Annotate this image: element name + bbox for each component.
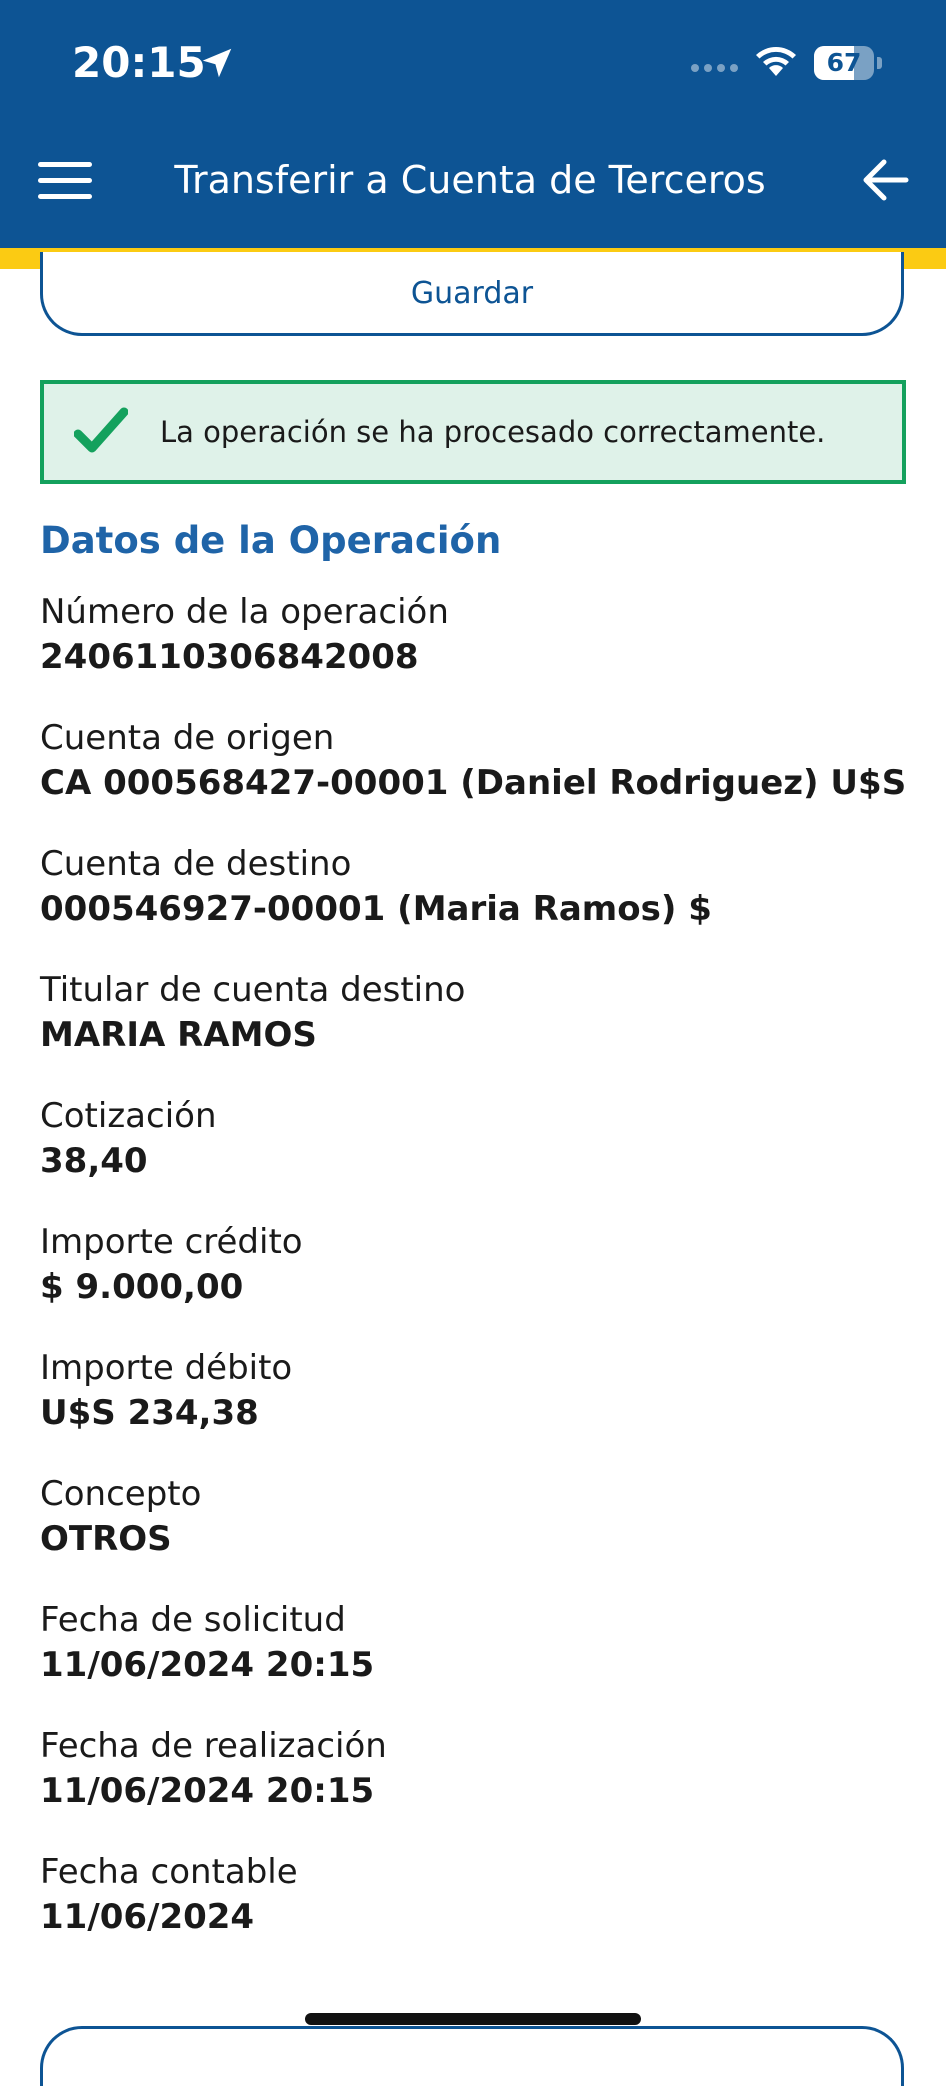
field-label: Cuenta de origen <box>40 718 335 758</box>
field-label: Importe débito <box>40 1348 293 1388</box>
field-debit-amount: Importe débito U$S 234,38 <box>40 1346 920 1472</box>
field-value: OTROS <box>40 1519 172 1559</box>
field-value: 000546927-00001 (Maria Ramos) $ <box>40 889 712 929</box>
field-label: Fecha de realización <box>40 1726 387 1766</box>
section-title: Datos de la Operación <box>40 519 502 562</box>
battery-level-text: 67 <box>826 48 862 77</box>
field-label: Cuenta de destino <box>40 844 352 884</box>
field-label: Fecha de solicitud <box>40 1600 346 1640</box>
field-concept: Concepto OTROS <box>40 1472 920 1598</box>
field-exchange-rate: Cotización 38,40 <box>40 1094 920 1220</box>
checkmark-icon <box>74 407 128 453</box>
success-alert: La operación se ha procesado correctamen… <box>40 380 906 484</box>
field-value: CA 000568427-00001 (Daniel Rodriguez) U$… <box>40 763 907 803</box>
cellular-signal-icon <box>691 64 738 72</box>
field-credit-amount: Importe crédito $ 9.000,00 <box>40 1220 920 1346</box>
status-bar-time: 20:15 <box>72 38 206 87</box>
field-label: Importe crédito <box>40 1222 303 1262</box>
field-value: 11/06/2024 20:15 <box>40 1645 375 1685</box>
field-value: U$S 234,38 <box>40 1393 259 1433</box>
field-execution-date: Fecha de realización 11/06/2024 20:15 <box>40 1724 920 1850</box>
field-value: $ 9.000,00 <box>40 1267 244 1307</box>
page-title: Transferir a Cuenta de Terceros <box>174 158 766 202</box>
field-label: Número de la operación <box>40 592 449 632</box>
field-label: Cotización <box>40 1096 217 1136</box>
field-value: 2406110306842008 <box>40 637 419 677</box>
success-message: La operación se ha procesado correctamen… <box>160 415 826 449</box>
battery-icon: 67 <box>814 46 882 80</box>
field-accounting-date: Fecha contable 11/06/2024 <box>40 1850 920 1976</box>
field-label: Concepto <box>40 1474 202 1514</box>
field-source-account: Cuenta de origen CA 000568427-00001 (Dan… <box>40 716 920 842</box>
field-destination-holder: Titular de cuenta destino MARIA RAMOS <box>40 968 920 1094</box>
field-operation-number: Número de la operación 2406110306842008 <box>40 590 920 716</box>
field-request-date: Fecha de solicitud 11/06/2024 20:15 <box>40 1598 920 1724</box>
operation-details: Número de la operación 2406110306842008 … <box>40 590 920 1976</box>
field-value: 38,40 <box>40 1141 148 1181</box>
location-arrow-icon <box>202 48 232 78</box>
hamburger-menu-icon[interactable] <box>38 160 92 200</box>
wifi-icon <box>756 47 796 76</box>
save-button[interactable]: Guardar <box>40 252 904 336</box>
home-indicator <box>305 2013 641 2025</box>
field-label: Titular de cuenta destino <box>40 970 466 1010</box>
field-label: Fecha contable <box>40 1852 298 1892</box>
field-destination-account: Cuenta de destino 000546927-00001 (Maria… <box>40 842 920 968</box>
bottom-action-button[interactable] <box>40 2026 904 2086</box>
field-value: 11/06/2024 20:15 <box>40 1771 375 1811</box>
field-value: MARIA RAMOS <box>40 1015 317 1055</box>
back-arrow-icon[interactable] <box>858 153 912 207</box>
field-value: 11/06/2024 <box>40 1897 255 1937</box>
